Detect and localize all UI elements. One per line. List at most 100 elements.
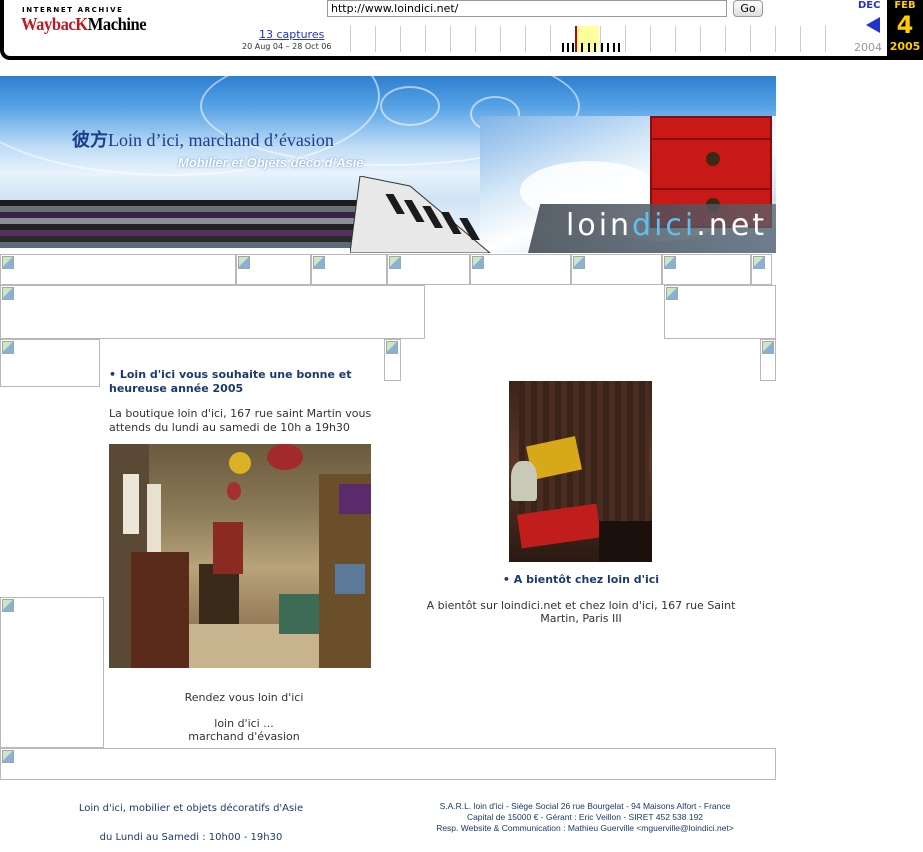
photo-lantern bbox=[267, 444, 303, 470]
nav-image-4[interactable] bbox=[387, 254, 470, 285]
nav-image-6[interactable] bbox=[571, 254, 662, 285]
banner-stripes bbox=[0, 200, 400, 253]
current-month: FEB bbox=[894, 0, 916, 11]
photo-cabinet bbox=[131, 552, 189, 668]
photo-furniture bbox=[213, 522, 243, 574]
soon-heading: • A bientôt chez loin d'ici bbox=[502, 573, 660, 586]
banner-swirl bbox=[380, 86, 440, 126]
current-year: 2005 bbox=[889, 40, 921, 53]
go-button[interactable]: Go bbox=[733, 0, 763, 17]
timeline-year-divider bbox=[450, 26, 451, 52]
furniture-photo bbox=[509, 381, 652, 562]
timeline-year-divider bbox=[625, 26, 626, 52]
header-image-left bbox=[0, 285, 425, 339]
timeline-year-divider bbox=[500, 26, 501, 52]
shop-photo bbox=[109, 444, 371, 668]
timeline-year-divider bbox=[550, 26, 551, 52]
footer-capital: Capital de 15000 € - Gérant : Eric Veill… bbox=[466, 812, 704, 822]
nav-image-7[interactable] bbox=[662, 254, 751, 285]
footer-company: S.A.R.L. loin d'ici - Siège Social 26 ru… bbox=[439, 801, 731, 811]
current-capture-date: FEB 4 2005 bbox=[887, 0, 923, 58]
capture-mark[interactable] bbox=[601, 43, 603, 52]
brand-part-highlight: dici bbox=[632, 208, 697, 243]
photo-scroll bbox=[147, 484, 161, 554]
wayback-logo-way: WaybacK bbox=[21, 14, 88, 34]
timeline-year-divider bbox=[775, 26, 776, 52]
brand-part: loin bbox=[566, 208, 633, 243]
footer-tagline: Loin d'ici, mobilier et objets décoratif… bbox=[78, 803, 304, 814]
timeline-year-divider bbox=[375, 26, 376, 52]
nav-image-2[interactable] bbox=[236, 254, 311, 285]
chest-line bbox=[652, 188, 770, 190]
capture-mark[interactable] bbox=[613, 43, 615, 52]
site-banner: 彼方Loin d’ici, marchand d’évasion Mobilie… bbox=[0, 76, 776, 253]
capture-mark[interactable] bbox=[618, 43, 620, 52]
capture-mark[interactable] bbox=[594, 43, 596, 52]
url-input[interactable]: http://www.loindici.net/ bbox=[327, 0, 727, 17]
timeline-year-divider bbox=[650, 26, 651, 52]
banner-title-cn: 彼方 bbox=[72, 130, 108, 151]
prev-month-label[interactable]: DEC bbox=[858, 0, 880, 11]
side-image-top bbox=[0, 339, 100, 387]
current-day: 4 bbox=[896, 11, 914, 39]
capture-mark[interactable] bbox=[572, 43, 574, 52]
news-intro: La boutique loin d'ici, 167 rue saint Ma… bbox=[109, 407, 372, 434]
photo-boxes bbox=[279, 594, 319, 634]
banner-subtitle: Mobilier et Objets déco d’Asie bbox=[178, 155, 364, 170]
spacer-image-right bbox=[760, 339, 776, 381]
timeline-year-divider bbox=[675, 26, 676, 52]
captures-link[interactable]: 13 captures bbox=[259, 28, 324, 41]
wayback-toolbar: INTERNET ARCHIVE WaybacKMachine http://w… bbox=[0, 0, 923, 62]
caption-loin-dici: loin d'ici ... bbox=[214, 717, 274, 730]
header-image-right bbox=[664, 285, 776, 339]
nav-image-1[interactable] bbox=[0, 254, 236, 285]
footer-contact[interactable]: Resp. Website & Communication : Mathieu … bbox=[385, 823, 785, 833]
timeline-year-divider bbox=[825, 26, 826, 52]
internet-archive-label: INTERNET ARCHIVE bbox=[22, 6, 124, 14]
photo-lantern bbox=[227, 482, 241, 500]
capture-mark[interactable] bbox=[607, 43, 609, 52]
chest-lock bbox=[706, 152, 720, 166]
footer-hours: du Lundi au Samedi : 10h00 - 19h30 bbox=[99, 832, 283, 843]
brand-logo[interactable]: loindici.net bbox=[566, 208, 767, 243]
nav-image-5[interactable] bbox=[470, 254, 571, 285]
photo-boxes bbox=[335, 564, 365, 594]
spacer-image bbox=[384, 339, 401, 381]
photo-vase bbox=[511, 461, 537, 501]
soon-text: A bientôt sur loindici.net et chez loin … bbox=[426, 599, 736, 625]
wayback-logo-machine: Machine bbox=[87, 14, 147, 34]
prev-capture-arrow-icon[interactable] bbox=[866, 17, 880, 33]
bottom-bar-image bbox=[0, 748, 776, 780]
photo-boxes bbox=[339, 484, 371, 514]
capture-mark[interactable] bbox=[562, 43, 564, 52]
timeline-year-divider bbox=[800, 26, 801, 52]
capture-timeline[interactable] bbox=[350, 26, 850, 52]
photo-scroll bbox=[123, 474, 139, 534]
timeline-year-divider bbox=[400, 26, 401, 52]
capture-mark[interactable] bbox=[567, 43, 569, 52]
side-image-bottom bbox=[0, 597, 104, 748]
timeline-year-divider bbox=[350, 26, 351, 52]
timeline-year-divider bbox=[525, 26, 526, 52]
photo-shadow bbox=[599, 521, 652, 562]
timeline-year-divider bbox=[475, 26, 476, 52]
timeline-current-marker bbox=[575, 26, 577, 52]
caption-marchand: marchand d'évasion bbox=[188, 730, 300, 743]
capture-mark[interactable] bbox=[581, 43, 583, 52]
timeline-year-divider bbox=[750, 26, 751, 52]
brand-part: .net bbox=[696, 208, 768, 243]
nav-image-3[interactable] bbox=[311, 254, 387, 285]
banner-keyboard-graphic bbox=[350, 176, 491, 253]
banner-title: 彼方Loin d’ici, marchand d’évasion bbox=[72, 126, 334, 152]
news-heading: • Loin d'ici vous souhaite une bonne et … bbox=[109, 368, 352, 395]
stripe bbox=[0, 242, 400, 248]
timeline-year-divider bbox=[725, 26, 726, 52]
capture-mark[interactable] bbox=[588, 43, 590, 52]
prev-year-label[interactable]: 2004 bbox=[854, 41, 882, 54]
banner-title-text: Loin d’ici, marchand d’évasion bbox=[108, 130, 334, 150]
chest-line bbox=[652, 138, 770, 140]
caption-rendez-vous: Rendez vous loin d'ici bbox=[184, 691, 304, 704]
nav-image-8[interactable] bbox=[751, 254, 772, 285]
capture-date-range: 20 Aug 04 – 28 Oct 06 bbox=[242, 42, 332, 51]
wayback-machine-logo[interactable]: WaybacKMachine bbox=[21, 14, 147, 35]
